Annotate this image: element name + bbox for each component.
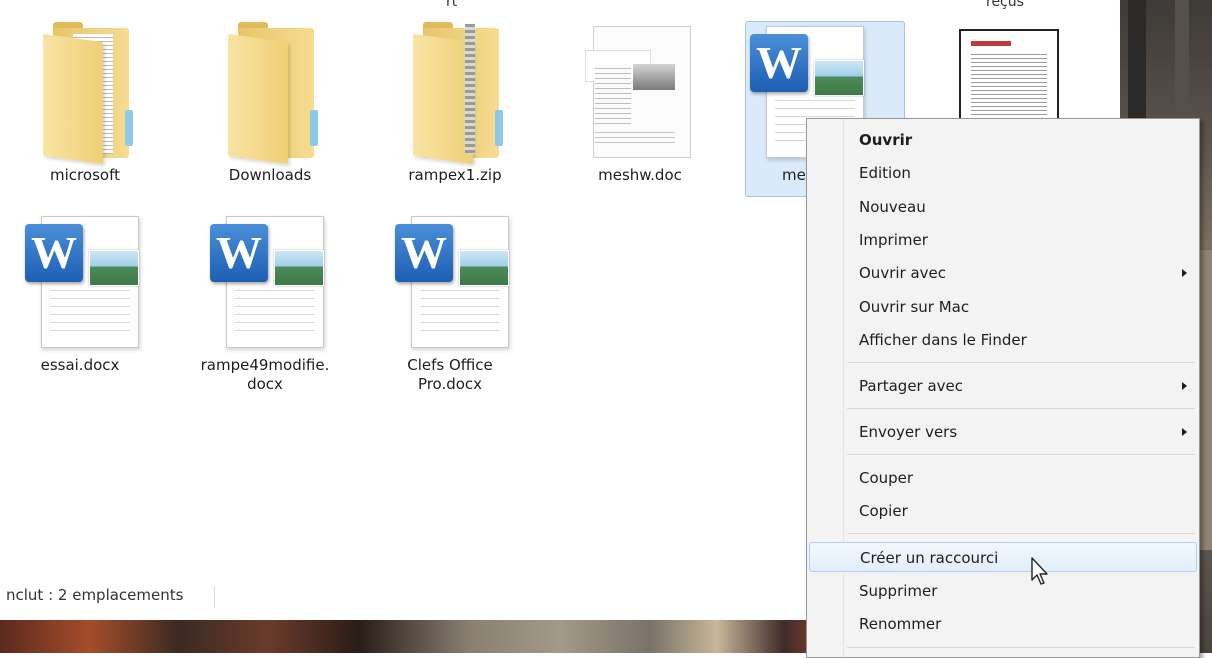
- menu-item-delete[interactable]: Supprimer: [809, 576, 1197, 606]
- menu-item-show-in-finder[interactable]: Afficher dans le Finder: [809, 325, 1197, 355]
- menu-separator: [847, 362, 1195, 363]
- submenu-arrow-icon: [1182, 428, 1187, 436]
- menu-separator: [847, 408, 1195, 409]
- menu-item-share-with[interactable]: Partager avec: [809, 371, 1197, 401]
- menu-item-rename[interactable]: Renommer: [809, 609, 1197, 639]
- menu-item-send-to[interactable]: Envoyer vers: [809, 417, 1197, 447]
- menu-item-copy[interactable]: Copier: [809, 496, 1197, 526]
- file-name: microsoft: [50, 166, 120, 184]
- folder-icon: [220, 20, 320, 165]
- file-name: essai.docx: [40, 356, 120, 374]
- file-name: me: [782, 166, 806, 184]
- file-name: Downloads: [228, 166, 312, 184]
- submenu-arrow-icon: [1182, 269, 1187, 277]
- menu-item-open[interactable]: Ouvrir: [809, 125, 1197, 155]
- file-name-line: docx: [247, 375, 283, 393]
- file-item-essai-docx[interactable]: W essai.docx: [5, 210, 155, 375]
- file-name-line: Clefs Office: [407, 356, 493, 374]
- file-item-rampex1-zip[interactable]: rampex1.zip: [380, 20, 530, 185]
- mouse-cursor-icon: [1031, 557, 1048, 585]
- menu-item-open-on-mac[interactable]: Ouvrir sur Mac: [809, 292, 1197, 322]
- menu-item-edit[interactable]: Edition: [809, 158, 1197, 188]
- file-item-meshw-doc[interactable]: meshw.doc: [565, 20, 715, 185]
- context-menu: Ouvrir Edition Nouveau Imprimer Ouvrir a…: [806, 118, 1200, 658]
- file-item-microsoft[interactable]: microsoft: [10, 20, 160, 185]
- file-name: rampex1.zip: [408, 166, 502, 184]
- file-item-selected-docx[interactable]: W me: [750, 20, 864, 185]
- file-item-clefs-office-pro-docx[interactable]: W Clefs Office Pro.docx: [375, 210, 525, 394]
- file-item-rampe49modifie-docx[interactable]: W rampe49modifie. docx: [190, 210, 340, 394]
- menu-item-open-with[interactable]: Ouvrir avec: [809, 258, 1197, 288]
- word-document-icon: W: [210, 210, 324, 350]
- file-item-downloads[interactable]: Downloads: [195, 20, 345, 185]
- file-name: Clefs Office Pro.docx: [375, 356, 525, 394]
- menu-separator: [847, 533, 1195, 534]
- word-document-icon: W: [25, 210, 139, 350]
- submenu-arrow-icon: [1182, 382, 1187, 390]
- document-icon: [585, 20, 695, 160]
- file-item-recus-thumbnail[interactable]: [959, 29, 1059, 131]
- clipped-file-label[interactable]: rt: [446, 0, 457, 10]
- file-name: meshw.doc: [598, 166, 682, 184]
- word-document-icon: W: [395, 210, 509, 350]
- clipped-file-label[interactable]: reçus: [986, 0, 1024, 10]
- menu-item-new[interactable]: Nouveau: [809, 192, 1197, 222]
- menu-item-print[interactable]: Imprimer: [809, 225, 1197, 255]
- menu-separator: [847, 647, 1195, 648]
- status-bar-text: nclut : 2 emplacements: [6, 586, 184, 604]
- folder-icon: [35, 20, 135, 165]
- menu-item-create-shortcut[interactable]: Créer un raccourci: [809, 542, 1197, 572]
- file-name-line: Pro.docx: [417, 375, 483, 393]
- file-name-line: rampe49modifie.: [200, 356, 330, 374]
- status-bar-divider: [214, 586, 215, 608]
- file-name: rampe49modifie. docx: [190, 356, 340, 394]
- menu-item-cut[interactable]: Couper: [809, 463, 1197, 493]
- zip-folder-icon: [405, 20, 505, 165]
- menu-separator: [847, 454, 1195, 455]
